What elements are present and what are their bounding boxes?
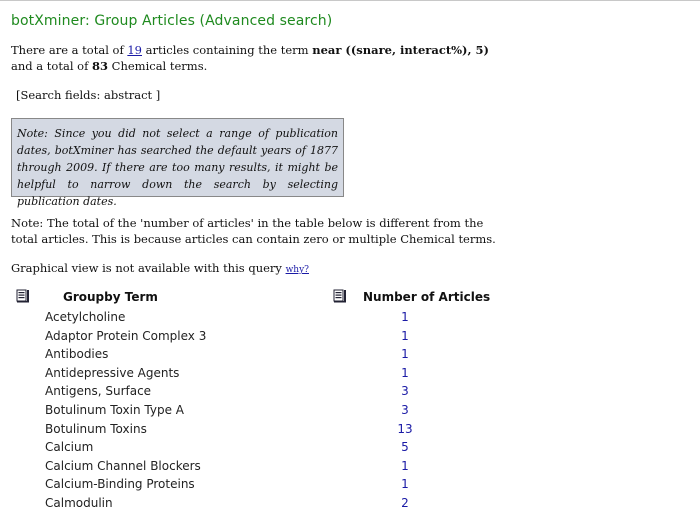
row-count-link[interactable]: 3 [380, 403, 430, 417]
row-term: Botulinum Toxins [45, 421, 147, 436]
table-row: Botulinum Toxin Type A 3 [0, 403, 700, 422]
row-count-link[interactable]: 1 [380, 347, 430, 361]
column-header-count[interactable]: Number of Articles [363, 290, 490, 304]
article-count-link[interactable]: 19 [127, 43, 142, 57]
row-count-link[interactable]: 5 [380, 440, 430, 454]
why-link[interactable]: why? [286, 265, 309, 275]
summary-suffix: Chemical terms. [108, 59, 208, 73]
summary-middle: articles containing the term [142, 43, 313, 57]
row-count-link[interactable]: 13 [380, 422, 430, 436]
table-row: Calcium 5 [0, 440, 700, 459]
table-row: Calmodulin 2 [0, 496, 700, 515]
table-row: Adaptor Protein Complex 3 1 [0, 329, 700, 348]
summary-prefix: There are a total of [11, 43, 128, 57]
chemical-count: 83 [91, 59, 108, 73]
table-row: Botulinum Toxins 13 [0, 422, 700, 441]
row-term: Calcium [45, 440, 94, 455]
table-row: Antigens, Surface 3 [0, 384, 700, 403]
summary-and: and a total of [11, 59, 92, 73]
row-count-link[interactable]: 2 [380, 496, 430, 510]
row-term: Calcium-Binding Proteins [45, 477, 195, 492]
row-count-link[interactable]: 1 [380, 329, 430, 343]
table-row: Calcium Channel Blockers 1 [0, 459, 700, 478]
table-row: Calcium-Binding Proteins 1 [0, 477, 700, 496]
table-row: Acetylcholine 1 [0, 310, 700, 329]
sort-list-icon[interactable] [333, 289, 347, 303]
row-term: Calmodulin [45, 495, 113, 510]
row-count-link[interactable]: 1 [380, 459, 430, 473]
row-count-link[interactable]: 3 [380, 384, 430, 398]
search-fields: [Search fields: abstract ] [16, 88, 161, 102]
table-row: Antidepressive Agents 1 [0, 366, 700, 385]
table-row: Antibodies 1 [0, 347, 700, 366]
row-term: Adaptor Protein Complex 3 [45, 328, 207, 343]
summary-text: There are a total of 19 articles contain… [11, 42, 501, 74]
graphical-view-text: Graphical view is not available with thi… [11, 260, 309, 278]
page-title: botXminer: Group Articles (Advanced sear… [11, 13, 333, 29]
graphical-view-message: Graphical view is not available with thi… [11, 261, 286, 275]
row-count-link[interactable]: 1 [380, 366, 430, 380]
row-term: Botulinum Toxin Type A [45, 402, 184, 417]
sort-list-icon[interactable] [16, 289, 30, 303]
search-term: near ((snare, interact%), 5) [312, 43, 489, 57]
row-count-link[interactable]: 1 [380, 477, 430, 491]
results-table: Acetylcholine 1 Adaptor Protein Complex … [0, 310, 700, 515]
date-range-note: Note: Since you did not select a range o… [11, 118, 344, 208]
row-term: Antigens, Surface [45, 384, 152, 399]
row-term: Antibodies [45, 347, 109, 362]
page: botXminer: Group Articles (Advanced sear… [0, 0, 700, 511]
row-term: Antidepressive Agents [45, 365, 180, 380]
row-term: Acetylcholine [45, 310, 126, 324]
column-header-term[interactable]: Groupby Term [63, 290, 158, 304]
row-term: Calcium Channel Blockers [45, 458, 201, 473]
row-count-link[interactable]: 1 [380, 310, 430, 324]
total-note: Note: The total of the 'number of articl… [11, 216, 496, 246]
